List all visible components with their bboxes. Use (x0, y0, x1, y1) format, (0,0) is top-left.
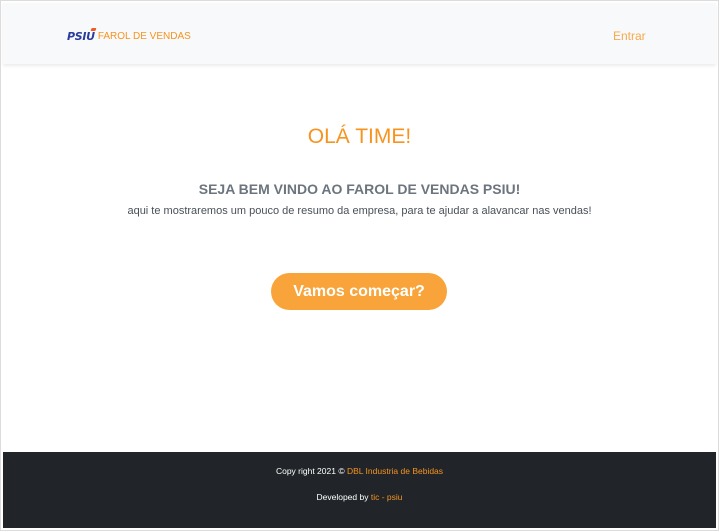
developer-line: Developed by tic - psiu (3, 492, 716, 502)
hero-title: OLÁ TIME! (307, 125, 412, 148)
developed-by-text: Developed by (316, 492, 371, 502)
copyright-text: Copy right 2021 © (275, 466, 347, 476)
developer-link[interactable]: tic - psiu (371, 492, 403, 502)
brand-link[interactable]: PSIU FAROL DE VENDAS (67, 28, 191, 44)
browser-viewport: PSIU FAROL DE VENDAS Entrar OLÁ TIME! SE… (0, 0, 719, 531)
psiu-logo: PSIU (67, 29, 95, 43)
login-link[interactable]: Entrar (613, 29, 646, 43)
hero-description: aqui te mostraremos um pouco de resumo d… (127, 205, 592, 217)
hero-subtitle: SEJA BEM VINDO AO FAROL DE VENDAS PSIU! (198, 181, 521, 197)
start-button[interactable]: Vamos começar? (271, 273, 447, 310)
copyright-line: Copy right 2021 © DBL Industria de Bebid… (3, 466, 716, 476)
brand-title: FAROL DE VENDAS (97, 30, 191, 42)
company-link[interactable]: DBL Industria de Bebidas (347, 466, 443, 476)
top-navbar: PSIU FAROL DE VENDAS Entrar (3, 3, 716, 64)
page-footer: Copy right 2021 © DBL Industria de Bebid… (3, 452, 716, 528)
